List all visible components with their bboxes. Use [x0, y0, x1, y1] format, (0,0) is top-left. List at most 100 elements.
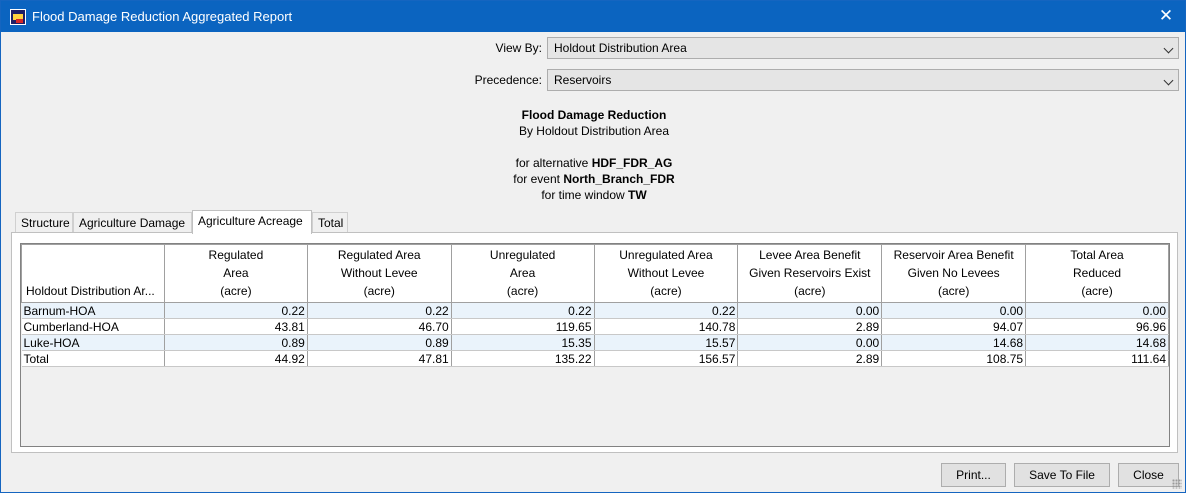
value-cell[interactable]: 0.89: [307, 334, 452, 351]
precedence-label: Precedence:: [474, 73, 542, 87]
app-icon: [10, 9, 26, 25]
tab-agriculture-acreage[interactable]: Agriculture Acreage: [192, 210, 312, 234]
row-name-cell[interactable]: Barnum-HOA: [21, 302, 165, 319]
column-header-line: Reduced: [1073, 266, 1122, 280]
event-name: North_Branch_FDR: [563, 172, 675, 186]
tab-agriculture-damage[interactable]: Agriculture Damage: [73, 212, 192, 233]
print-button[interactable]: Print...: [941, 463, 1006, 487]
view-by-value: Holdout Distribution Area: [554, 41, 687, 55]
column-header-line: (acre): [506, 284, 539, 298]
value-cell[interactable]: 0.22: [164, 302, 308, 319]
value-cell[interactable]: 108.75: [881, 350, 1027, 367]
value-cell[interactable]: 0.00: [737, 334, 883, 351]
event-line: for event North_Branch_FDR: [1, 172, 1186, 186]
table-row[interactable]: Cumberland-HOA 43.81 46.70 119.65 140.78 2.89…: [21, 318, 1169, 335]
column-header-line: (acre): [1081, 284, 1113, 298]
alternative-name: HDF_FDR_AG: [591, 156, 673, 170]
precedence-value: Reservoirs: [554, 73, 612, 87]
row-name-cell[interactable]: Luke-HOA: [21, 334, 165, 351]
column-header-line: (acre): [220, 284, 252, 298]
close-button[interactable]: Close: [1118, 463, 1179, 487]
precedence-dropdown[interactable]: Reservoirs: [547, 69, 1179, 91]
value-cell[interactable]: 0.00: [881, 302, 1027, 319]
column-header[interactable]: Total Area Reduced (acre): [1025, 244, 1169, 303]
column-header[interactable]: Reservoir Area Benefit Given No Levees (ac…: [881, 244, 1027, 303]
column-header-line: (acre): [650, 284, 682, 298]
column-header-line: Holdout Distribution Ar...: [26, 284, 155, 298]
acreage-table: Holdout Distribution Ar... Regulated Area (…: [21, 244, 1169, 367]
value-cell[interactable]: 15.57: [594, 334, 739, 351]
column-header-line: Given No Levees: [907, 266, 1000, 280]
view-by-dropdown[interactable]: Holdout Distribution Area: [547, 37, 1179, 59]
column-header-line: Unregulated Area: [619, 248, 713, 262]
row-name-cell[interactable]: Cumberland-HOA: [21, 318, 165, 335]
column-header-line: Regulated: [208, 248, 264, 262]
column-header-line: (acre): [363, 284, 395, 298]
event-prefix: for event: [513, 172, 564, 186]
column-header[interactable]: Levee Area Benefit Given Reservoirs Exist…: [737, 244, 883, 303]
tab-panel: Holdout Distribution Ar... Regulated Area (…: [11, 232, 1178, 453]
value-cell[interactable]: 0.00: [1025, 302, 1169, 319]
time-window-line: for time window TW: [1, 188, 1186, 202]
value-cell[interactable]: 0.22: [307, 302, 452, 319]
value-cell[interactable]: 96.96: [1025, 318, 1169, 335]
value-cell[interactable]: 0.89: [164, 334, 308, 351]
column-header[interactable]: Regulated Area Without Levee (acre): [306, 244, 452, 303]
column-header-line: Without Levee: [340, 266, 418, 280]
column-header-line: Area: [223, 266, 249, 280]
value-cell[interactable]: 111.64: [1025, 350, 1169, 367]
value-cell[interactable]: 0.00: [737, 302, 883, 319]
value-cell[interactable]: 94.07: [881, 318, 1027, 335]
tab-structure[interactable]: Structure: [15, 212, 73, 233]
report-window: Flood Damage Reduction Aggregated Report…: [0, 0, 1186, 493]
column-header-line: Without Levee: [627, 266, 705, 280]
table-viewport[interactable]: Holdout Distribution Ar... Regulated Area (…: [20, 243, 1170, 447]
column-header-line: Regulated Area: [337, 248, 421, 262]
window-title: Flood Damage Reduction Aggregated Report: [32, 9, 293, 24]
chevron-down-icon: [1163, 43, 1174, 54]
row-name-cell[interactable]: Total: [21, 350, 165, 367]
time-window-name: TW: [628, 188, 647, 202]
column-header-line: (acre): [937, 284, 970, 298]
value-cell[interactable]: 14.68: [881, 334, 1027, 351]
value-cell[interactable]: 14.68: [1025, 334, 1169, 351]
view-by-label: View By:: [495, 41, 542, 55]
value-cell[interactable]: 135.22: [451, 350, 595, 367]
value-cell[interactable]: 46.70: [307, 318, 452, 335]
value-cell[interactable]: 15.35: [451, 334, 595, 351]
time-window-prefix: for time window: [541, 188, 629, 202]
column-header-line: (acre): [794, 284, 826, 298]
value-cell[interactable]: 47.81: [307, 350, 452, 367]
value-cell[interactable]: 2.89: [737, 350, 883, 367]
value-cell[interactable]: 2.89: [737, 318, 883, 335]
alternative-prefix: for alternative: [515, 156, 592, 170]
value-cell[interactable]: 43.81: [164, 318, 308, 335]
chevron-down-icon: [1163, 75, 1174, 86]
value-cell[interactable]: 44.92: [164, 350, 308, 367]
alternative-line: for alternative HDF_FDR_AG: [1, 156, 1186, 170]
table-row[interactable]: Total 44.92 47.81 135.22 156.57 2.89 108.75 111…: [21, 350, 1169, 367]
column-header-line: Total Area: [1070, 248, 1124, 262]
table-row[interactable]: Barnum-HOA 0.22 0.22 0.22 0.22 0.00 0.00 0.00: [21, 302, 1169, 319]
column-header-line: Area: [509, 266, 536, 280]
column-header-line: Unregulated: [489, 248, 556, 262]
table-row[interactable]: Luke-HOA 0.89 0.89 15.35 15.57 0.00 14.68 14.68: [21, 334, 1169, 351]
title-bar[interactable]: Flood Damage Reduction Aggregated Report…: [1, 1, 1185, 32]
close-icon[interactable]: ✕: [1155, 4, 1177, 28]
value-cell[interactable]: 140.78: [594, 318, 739, 335]
column-header-line: Reservoir Area Benefit: [893, 248, 1014, 262]
save-to-file-button[interactable]: Save To File: [1014, 463, 1110, 487]
report-title: Flood Damage Reduction: [521, 108, 667, 122]
column-header-line: Given Reservoirs Exist: [749, 266, 871, 280]
column-header[interactable]: Regulated Area (acre): [163, 244, 308, 303]
column-header[interactable]: Unregulated Area Without Levee (acre): [593, 244, 739, 303]
value-cell[interactable]: 156.57: [594, 350, 739, 367]
column-header[interactable]: Holdout Distribution Ar...: [21, 244, 165, 303]
tab-total[interactable]: Total: [312, 212, 348, 233]
value-cell[interactable]: 0.22: [594, 302, 739, 319]
value-cell[interactable]: 119.65: [451, 318, 595, 335]
value-cell[interactable]: 0.22: [451, 302, 595, 319]
resize-grip-icon[interactable]: [1172, 479, 1182, 489]
column-header-line: Levee Area Benefit: [759, 248, 861, 262]
column-header[interactable]: Unregulated Area (acre): [450, 244, 595, 303]
